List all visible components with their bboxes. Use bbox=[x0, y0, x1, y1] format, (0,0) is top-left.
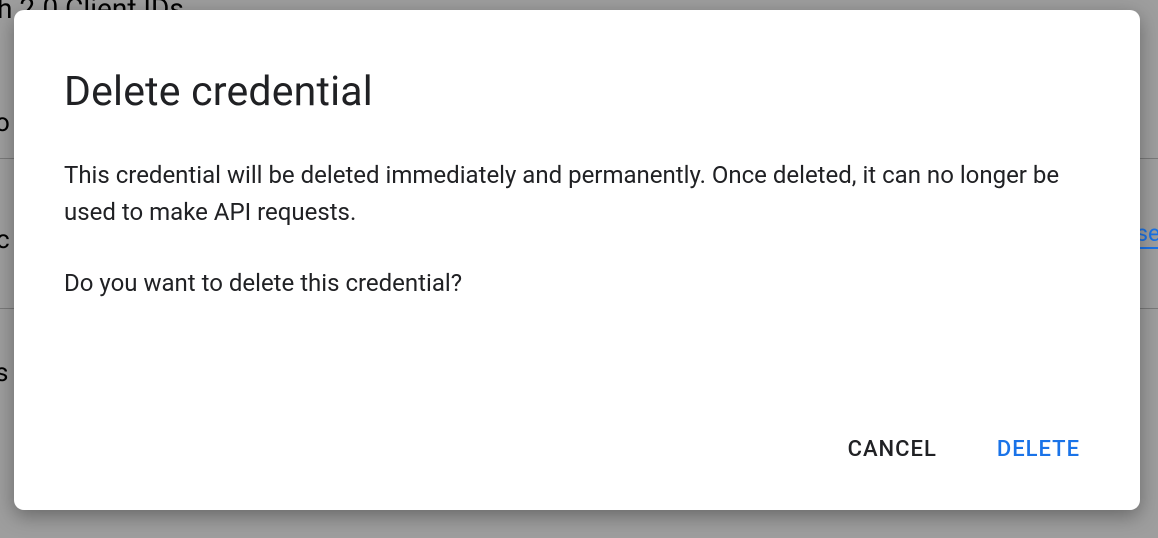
delete-credential-dialog: Delete credential This credential will b… bbox=[14, 10, 1140, 510]
dialog-body: This credential will be deleted immediat… bbox=[64, 157, 1090, 303]
delete-button[interactable]: DELETE bbox=[997, 437, 1080, 462]
bg-char: s bbox=[0, 358, 8, 388]
dialog-body-text-1: This credential will be deleted immediat… bbox=[64, 157, 1090, 231]
dialog-title: Delete credential bbox=[64, 70, 1090, 115]
bg-char: o bbox=[0, 108, 10, 138]
dialog-body-text-2: Do you want to delete this credential? bbox=[64, 265, 1090, 302]
bg-char: c bbox=[0, 225, 10, 255]
cancel-button[interactable]: CANCEL bbox=[848, 437, 937, 462]
dialog-actions: CANCEL DELETE bbox=[64, 437, 1090, 480]
